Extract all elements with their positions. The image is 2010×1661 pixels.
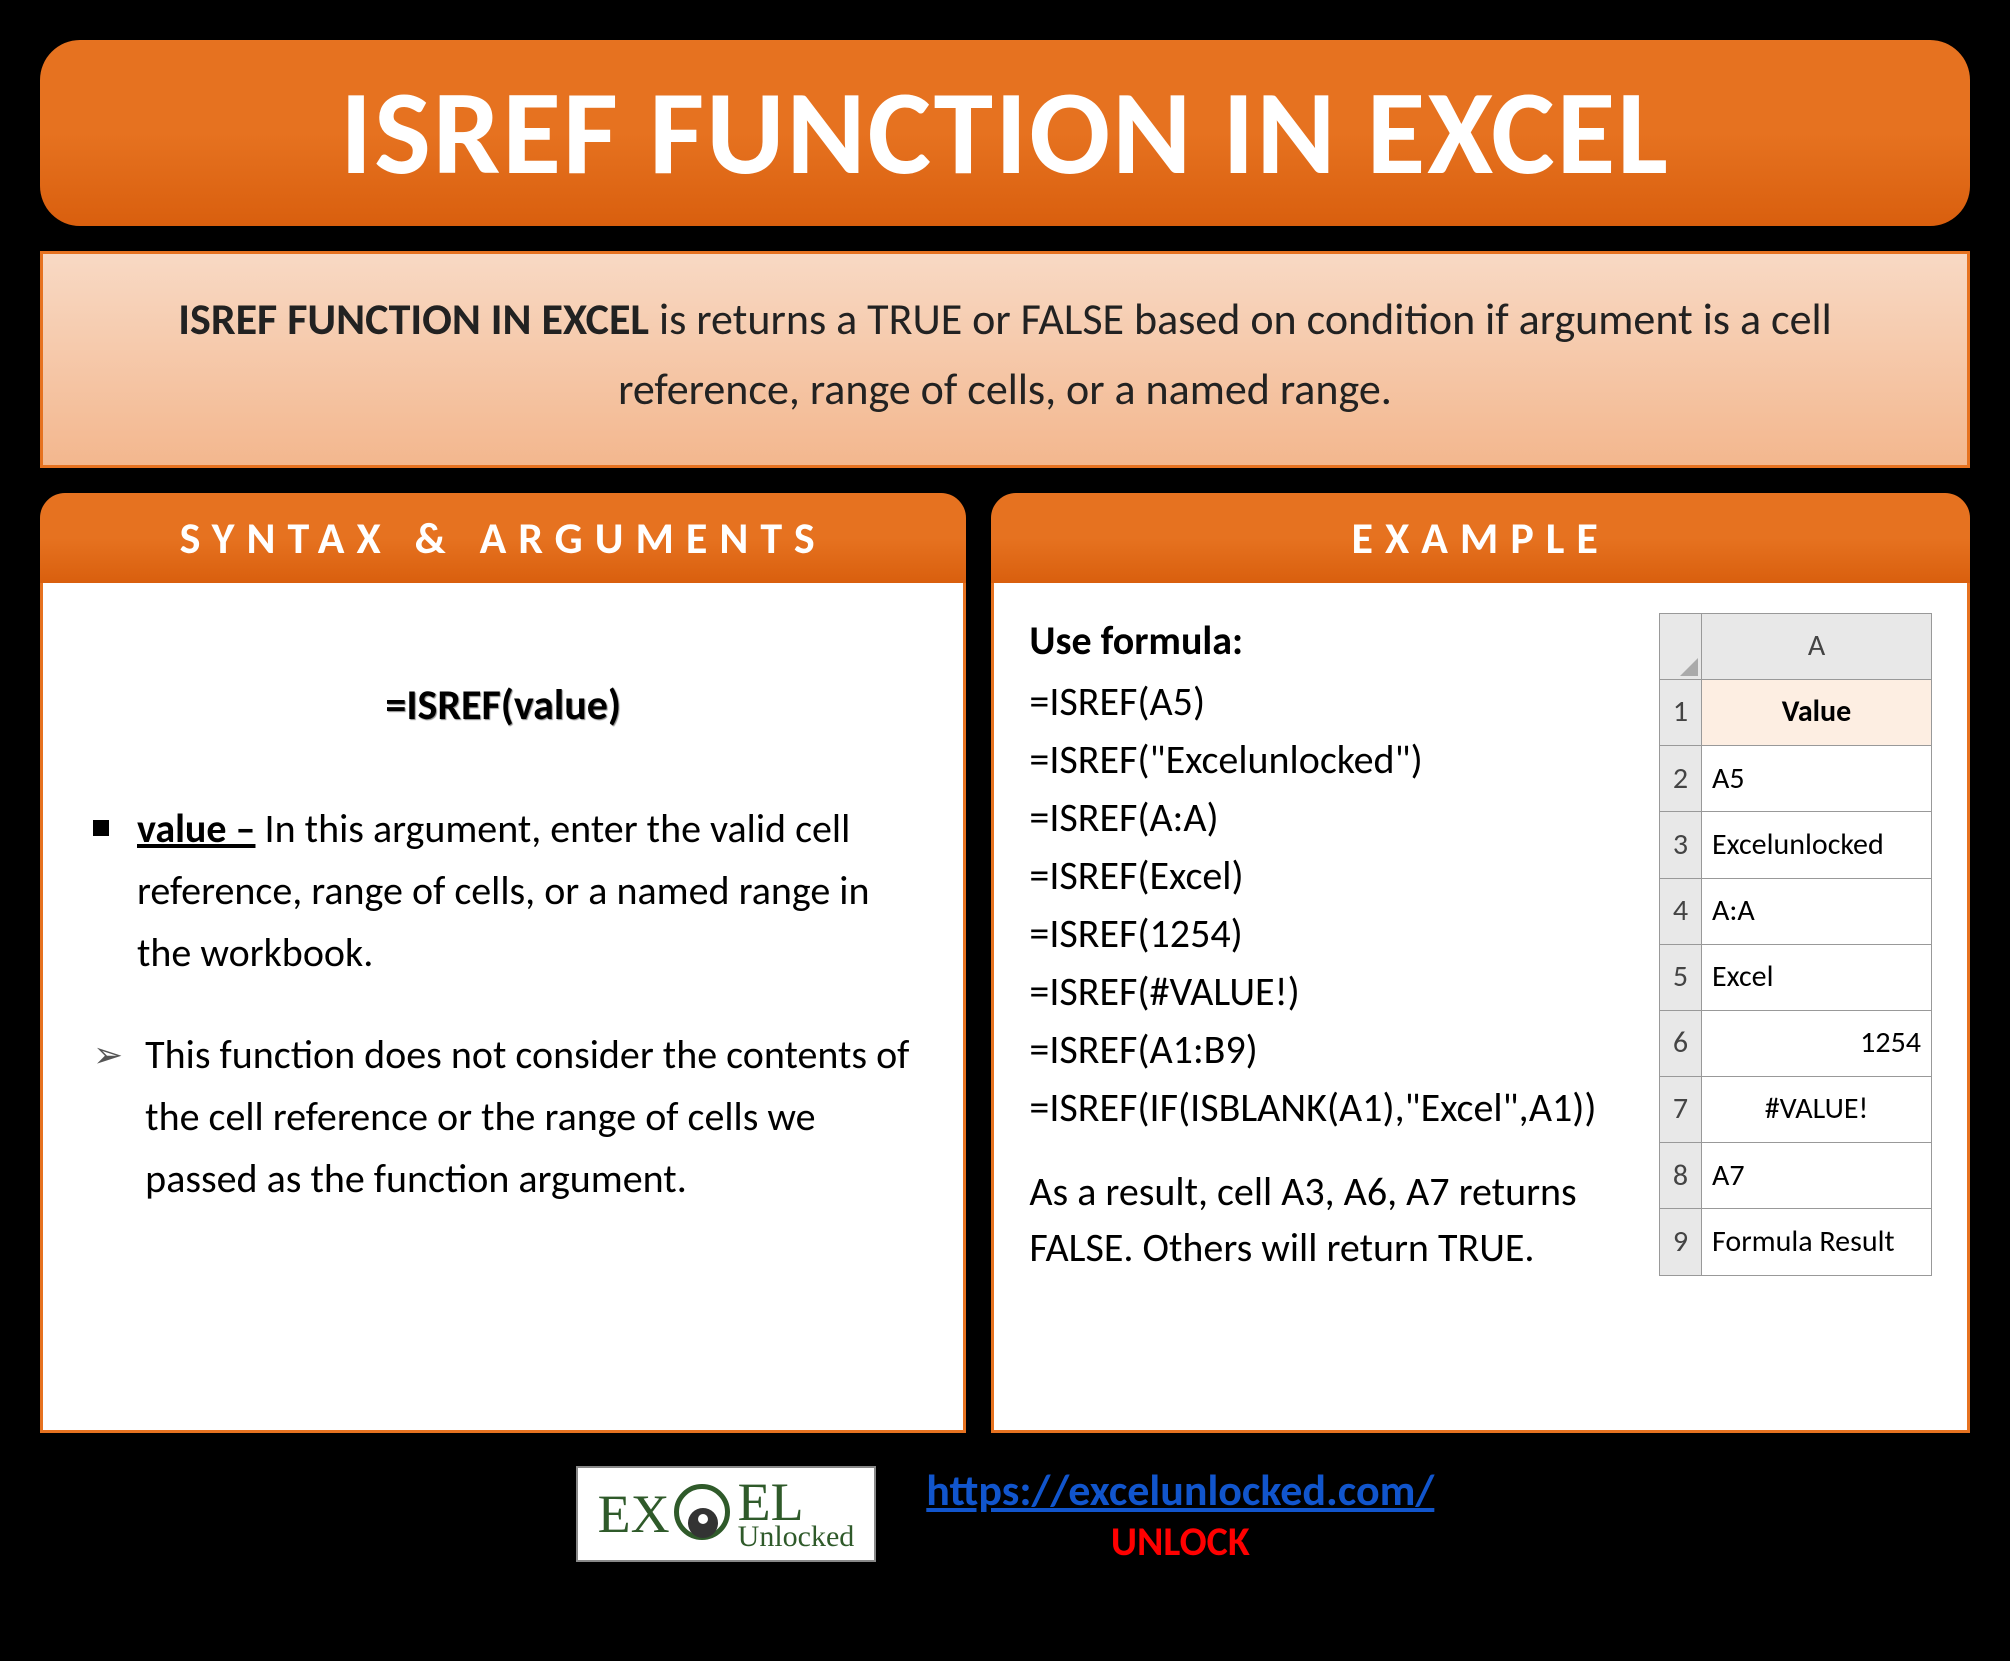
formula-line: =ISREF(A:A) bbox=[1029, 790, 1634, 846]
formula-line: =ISREF(1254) bbox=[1029, 906, 1634, 962]
example-header: EXAMPLE bbox=[991, 493, 1970, 583]
table-corner bbox=[1660, 613, 1702, 679]
formula-line: =ISREF(Excel) bbox=[1029, 848, 1634, 904]
example-column: EXAMPLE Use formula: =ISREF(A5) =ISREF("… bbox=[991, 493, 1970, 1433]
logo: EX ELUnlocked bbox=[576, 1466, 877, 1562]
table-cell: Excel bbox=[1702, 944, 1932, 1010]
syntax-column: SYNTAX & ARGUMENTS =ISREF(value) value –… bbox=[40, 493, 966, 1433]
table-cell: A5 bbox=[1702, 746, 1932, 812]
formula-line: =ISREF(A5) bbox=[1029, 674, 1634, 730]
example-body: Use formula: =ISREF(A5) =ISREF("Excelunl… bbox=[991, 583, 1970, 1433]
formula-line: =ISREF(A1:B9) bbox=[1029, 1022, 1634, 1078]
bullet-square-icon bbox=[93, 820, 109, 836]
table-cell: Formula Result bbox=[1702, 1209, 1932, 1275]
page-title: ISREF FUNCTION IN EXCEL bbox=[40, 40, 1970, 226]
table-value-header: Value bbox=[1702, 679, 1932, 745]
logo-subtext: Unlocked bbox=[738, 1523, 855, 1550]
syntax-header: SYNTAX & ARGUMENTS bbox=[40, 493, 966, 583]
table-cell: #VALUE! bbox=[1702, 1077, 1932, 1143]
table-row-num: 2 bbox=[1660, 746, 1702, 812]
argument-item: value – In this argument, enter the vali… bbox=[83, 798, 923, 984]
syntax-formula: =ISREF(value) bbox=[83, 673, 923, 738]
footer-unlock-label: UNLOCK bbox=[926, 1517, 1434, 1566]
footer: EX ELUnlocked https://excelunlocked.com/… bbox=[40, 1463, 1970, 1566]
note-text: This function does not consider the cont… bbox=[145, 1024, 923, 1210]
description-box: ISREF FUNCTION IN EXCEL is returns a TRU… bbox=[40, 251, 1970, 468]
argument-label: value – bbox=[137, 804, 255, 853]
use-formula-label: Use formula: bbox=[1029, 613, 1634, 669]
description-lead: ISREF FUNCTION IN EXCEL bbox=[178, 292, 649, 346]
formula-line: =ISREF("Excelunlocked") bbox=[1029, 732, 1634, 788]
note-item: ➢ This function does not consider the co… bbox=[83, 1024, 923, 1210]
table-row-num: 8 bbox=[1660, 1143, 1702, 1209]
table-col-head: A bbox=[1702, 613, 1932, 679]
arrow-icon: ➢ bbox=[93, 1028, 123, 1210]
table-row-num: 6 bbox=[1660, 1010, 1702, 1076]
table-row-num: 1 bbox=[1660, 679, 1702, 745]
formula-line: =ISREF(#VALUE!) bbox=[1029, 964, 1634, 1020]
description-rest: is returns a TRUE or FALSE based on cond… bbox=[618, 292, 1832, 416]
table-cell: 1254 bbox=[1702, 1010, 1932, 1076]
logo-text-right: ELUnlocked bbox=[738, 1478, 855, 1550]
table-cell: A7 bbox=[1702, 1143, 1932, 1209]
table-cell: Excelunlocked bbox=[1702, 812, 1932, 878]
table-cell: A:A bbox=[1702, 878, 1932, 944]
footer-url-link[interactable]: https://excelunlocked.com/ bbox=[926, 1463, 1434, 1517]
table-row-num: 7 bbox=[1660, 1077, 1702, 1143]
table-row-num: 4 bbox=[1660, 878, 1702, 944]
table-row-num: 5 bbox=[1660, 944, 1702, 1010]
table-row-num: 3 bbox=[1660, 812, 1702, 878]
formula-line: =ISREF(IF(ISBLANK(A1),"Excel",A1)) bbox=[1029, 1080, 1634, 1136]
table-row-num: 9 bbox=[1660, 1209, 1702, 1275]
syntax-body: =ISREF(value) value – In this argument, … bbox=[40, 583, 966, 1433]
result-text: As a result, cell A3, A6, A7 returns FAL… bbox=[1029, 1164, 1634, 1276]
magnifier-keyhole-icon bbox=[674, 1484, 734, 1544]
example-table: A 1 Value 2A5 3Excelunlocked 4A:A 5Excel… bbox=[1659, 613, 1932, 1276]
logo-text-left: EX bbox=[598, 1490, 670, 1539]
